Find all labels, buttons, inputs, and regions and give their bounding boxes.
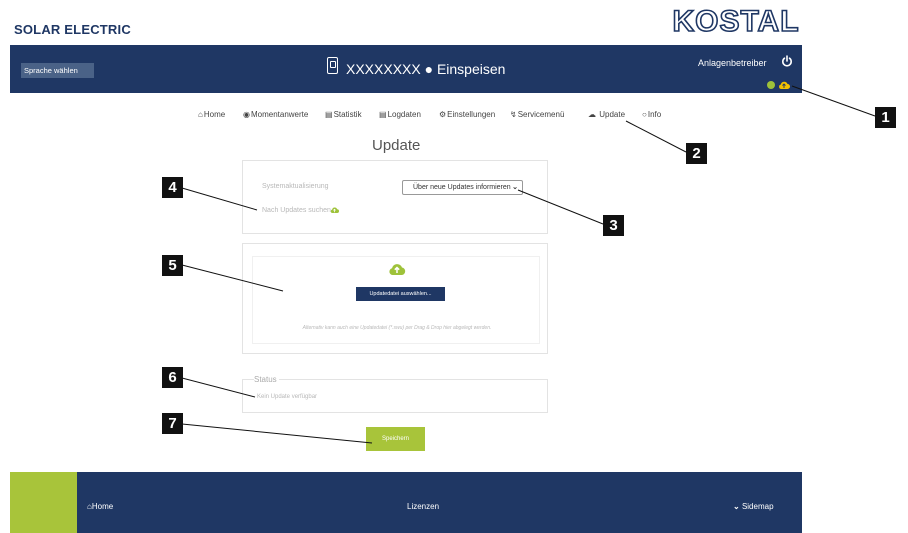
callout-3: 3 (603, 215, 624, 236)
callout-7: 7 (162, 413, 183, 434)
callout-6: 6 (162, 367, 183, 388)
callout-4: 4 (162, 177, 183, 198)
callout-1: 1 (875, 107, 896, 128)
callout-5: 5 (162, 255, 183, 276)
callout-2: 2 (686, 143, 707, 164)
callout-lines (181, 85, 876, 444)
